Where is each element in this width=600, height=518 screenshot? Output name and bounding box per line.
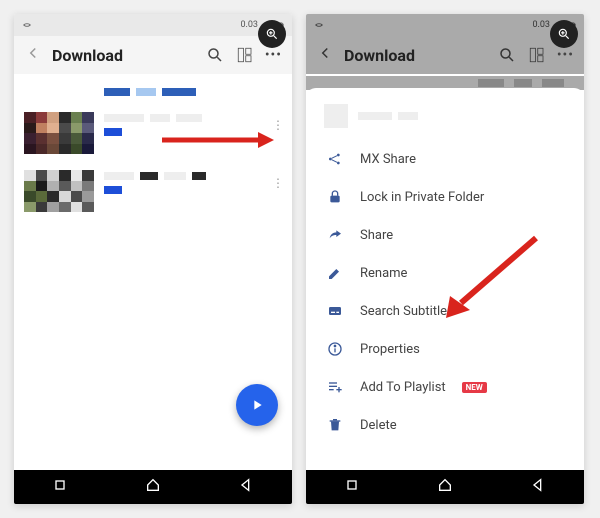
recents-button[interactable] xyxy=(52,477,68,497)
android-back-button[interactable] xyxy=(530,477,546,497)
sheet-header xyxy=(306,98,584,140)
android-nav xyxy=(14,470,292,504)
menu-label: Delete xyxy=(360,418,397,433)
zoom-icon[interactable] xyxy=(550,20,578,48)
menu-rename[interactable]: Rename xyxy=(306,254,584,292)
playlist-add-icon xyxy=(326,378,344,396)
play-fab[interactable] xyxy=(236,384,278,426)
arrow-share-icon xyxy=(326,226,344,244)
menu-label: Share xyxy=(360,228,393,243)
more-button[interactable]: ••• xyxy=(557,47,574,63)
context-menu: MX Share Lock in Private Folder Share Re… xyxy=(306,88,584,470)
view-toggle[interactable] xyxy=(235,45,255,65)
info-icon xyxy=(326,340,344,358)
page-title: Download xyxy=(52,46,195,65)
menu-search-subtitle[interactable]: Search Subtitle xyxy=(306,292,584,330)
home-button[interactable] xyxy=(437,477,453,497)
status-time: 0.03 xyxy=(532,20,550,30)
zoom-icon[interactable] xyxy=(258,20,286,48)
item-more-button[interactable]: ⋮ xyxy=(272,118,284,132)
menu-label: Properties xyxy=(360,342,420,357)
menu-label: Search Subtitle xyxy=(360,304,447,319)
new-badge: NEW xyxy=(462,382,487,393)
menu-mx-share[interactable]: MX Share xyxy=(306,140,584,178)
more-button[interactable]: ••• xyxy=(265,47,282,63)
share-nodes-icon xyxy=(326,150,344,168)
menu-label: Rename xyxy=(360,266,407,281)
recents-button[interactable] xyxy=(344,477,360,497)
lock-icon xyxy=(326,188,344,206)
list-item[interactable]: ⋮ xyxy=(14,162,292,220)
menu-label: Lock in Private Folder xyxy=(360,190,484,205)
sheet-thumbnail xyxy=(324,104,348,128)
app-bar: Download ••• xyxy=(14,36,292,74)
phone-left: 0.03 Download ••• xyxy=(14,14,292,504)
home-button[interactable] xyxy=(145,477,161,497)
status-time: 0.03 xyxy=(240,20,258,30)
menu-delete[interactable]: Delete xyxy=(306,406,584,444)
trash-icon xyxy=(326,416,344,434)
menu-label: MX Share xyxy=(360,152,416,167)
search-button[interactable] xyxy=(497,45,517,65)
pencil-icon xyxy=(326,264,344,282)
android-nav xyxy=(306,470,584,504)
download-list: ⋮ ⋮ xyxy=(14,74,292,470)
app-bar: Download ••• xyxy=(306,36,584,74)
list-item[interactable]: ⋮ xyxy=(14,104,292,162)
page-title: Download xyxy=(344,46,487,65)
android-back-button[interactable] xyxy=(238,477,254,497)
video-thumbnail xyxy=(24,112,94,154)
back-button[interactable] xyxy=(316,44,334,66)
back-button[interactable] xyxy=(24,44,42,66)
video-thumbnail xyxy=(24,170,94,212)
item-more-button[interactable]: ⋮ xyxy=(272,176,284,190)
menu-lock[interactable]: Lock in Private Folder xyxy=(306,178,584,216)
subtitle-icon xyxy=(326,302,344,320)
status-bar: 0.03 xyxy=(14,14,292,36)
phone-right: 0.03 Download ••• MX Share xyxy=(306,14,584,504)
menu-label: Add To Playlist xyxy=(360,380,446,395)
menu-add-playlist[interactable]: Add To Playlist NEW xyxy=(306,368,584,406)
menu-properties[interactable]: Properties xyxy=(306,330,584,368)
view-toggle[interactable] xyxy=(527,45,547,65)
menu-share[interactable]: Share xyxy=(306,216,584,254)
search-button[interactable] xyxy=(205,45,225,65)
status-bar: 0.03 xyxy=(306,14,584,36)
list-item[interactable] xyxy=(14,74,292,104)
